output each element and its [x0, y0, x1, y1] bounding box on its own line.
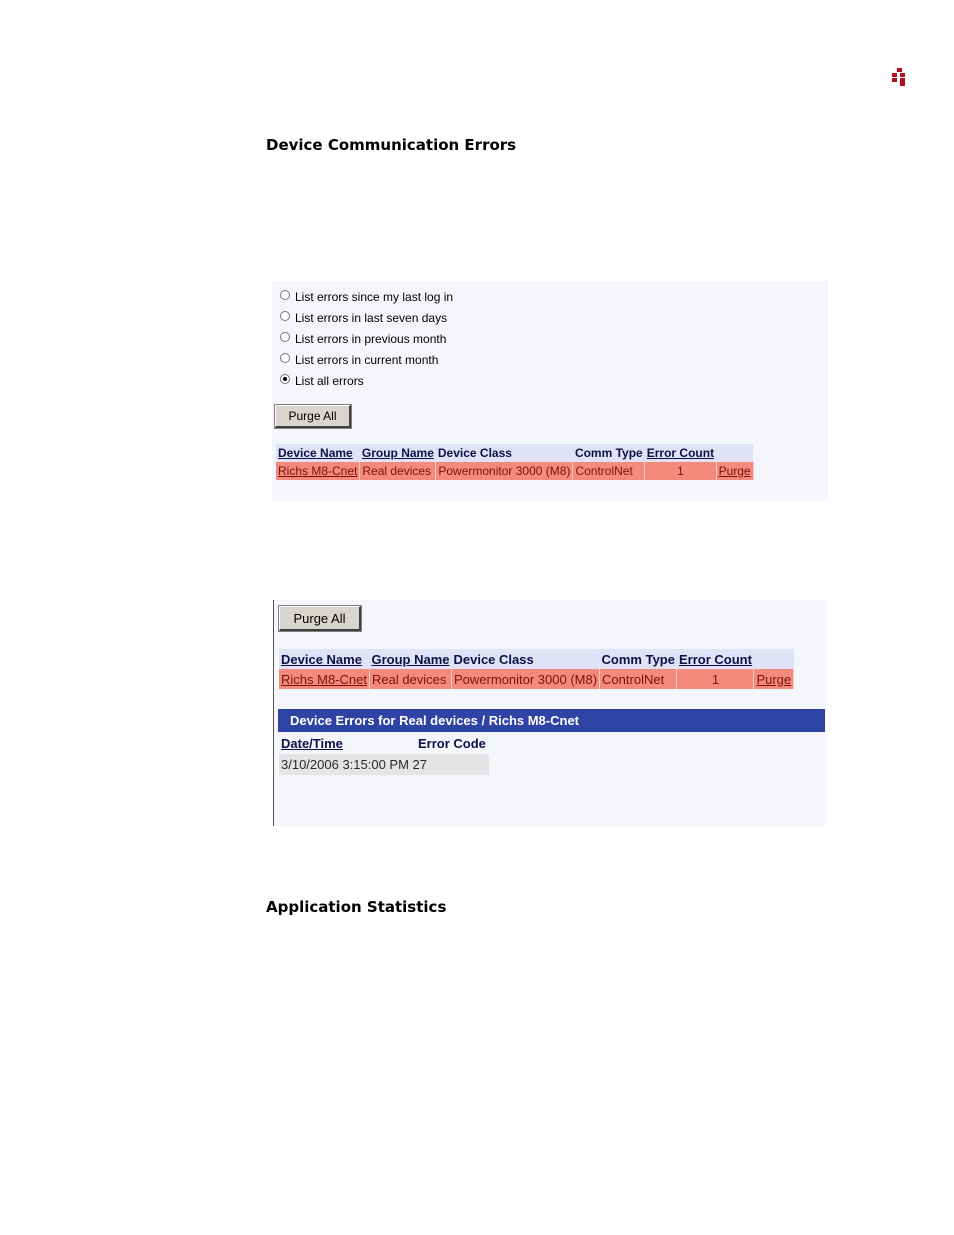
col-device-class: Device Class — [453, 651, 534, 667]
col-error-count[interactable]: Error Count — [645, 444, 716, 462]
error-history-table: Date/Time Error Code 3/10/2006 3:15:00 P… — [279, 734, 489, 775]
section-heading-app-stats: Application Statistics — [266, 898, 447, 916]
radio-current-month[interactable]: List errors in current month — [280, 352, 438, 368]
radio-all-errors[interactable]: List all errors — [280, 373, 364, 389]
group-name-cell: Real devices — [359, 462, 437, 480]
device-name-link[interactable]: Richs M8-Cnet — [279, 669, 370, 689]
radio-label: List errors in previous month — [295, 332, 447, 346]
col-group-name[interactable]: Group Name — [360, 444, 436, 462]
table-row: Richs M8-Cnet Real devices Powermonitor … — [276, 462, 754, 480]
radio-button-icon[interactable] — [280, 353, 290, 363]
comm-type-cell: ControlNet — [572, 462, 646, 480]
error-entry-text: 3/10/2006 3:15:00 PM 27 — [281, 757, 428, 772]
radio-last-seven-days[interactable]: List errors in last seven days — [280, 310, 447, 326]
col-group-name[interactable]: Group Name — [369, 649, 451, 669]
table-row: Richs M8-Cnet Real devices Powermonitor … — [279, 669, 795, 689]
radio-button-icon[interactable] — [280, 332, 290, 342]
grid-dots-logo-icon — [892, 68, 905, 86]
device-errors-table: Device Name Group Name Device Class Comm… — [276, 444, 754, 480]
radio-button-icon[interactable] — [280, 311, 290, 321]
purge-link[interactable]: Purge — [716, 462, 754, 480]
col-device-name[interactable]: Device Name — [279, 649, 369, 669]
radio-label: List errors in last seven days — [295, 311, 448, 325]
purge-all-button[interactable]: Purge All — [278, 605, 362, 632]
radio-label: List all errors — [295, 374, 364, 388]
device-errors-detail-panel: Purge All Device Name Group Name Device … — [273, 600, 826, 826]
purge-all-button[interactable]: Purge All — [274, 404, 352, 429]
radio-label: List errors since my last log in — [295, 290, 454, 304]
group-name-cell: Real devices — [369, 669, 452, 689]
device-errors-banner: Device Errors for Real devices / Richs M… — [278, 709, 825, 732]
col-action — [754, 649, 794, 669]
col-comm-type: Comm Type — [601, 651, 675, 667]
col-action — [716, 444, 753, 462]
table-header-row: Device Name Group Name Device Class Comm… — [276, 444, 754, 462]
error-list-options-panel: List errors since my last log in List er… — [272, 281, 828, 501]
col-error-count[interactable]: Error Count — [677, 649, 754, 669]
col-error-code: Error Code — [418, 736, 486, 751]
table-row: 3/10/2006 3:15:00 PM 27 — [279, 754, 489, 775]
comm-type-cell: ControlNet — [599, 669, 678, 689]
error-count-cell: 1 — [676, 669, 755, 689]
col-device-class: Device Class — [437, 446, 512, 460]
col-device-name[interactable]: Device Name — [276, 444, 360, 462]
radio-label: List errors in current month — [295, 353, 439, 367]
device-class-cell: Powermonitor 3000 (M8) — [451, 669, 601, 689]
radio-previous-month[interactable]: List errors in previous month — [280, 331, 446, 347]
col-date-time[interactable]: Date/Time — [281, 736, 343, 751]
radio-since-last-login[interactable]: List errors since my last log in — [280, 289, 453, 305]
device-errors-table: Device Name Group Name Device Class Comm… — [279, 649, 795, 689]
device-class-cell: Powermonitor 3000 (M8) — [435, 462, 574, 480]
section-heading-device-errors: Device Communication Errors — [266, 136, 517, 154]
table-header-row: Date/Time Error Code — [279, 734, 489, 754]
col-comm-type: Comm Type — [574, 446, 643, 460]
device-name-link[interactable]: Richs M8-Cnet — [276, 462, 361, 480]
error-count-cell: 1 — [644, 462, 717, 480]
purge-link[interactable]: Purge — [753, 669, 795, 689]
table-header-row: Device Name Group Name Device Class Comm… — [279, 649, 794, 669]
radio-button-icon[interactable] — [280, 290, 290, 300]
radio-button-selected-icon[interactable] — [280, 374, 290, 384]
